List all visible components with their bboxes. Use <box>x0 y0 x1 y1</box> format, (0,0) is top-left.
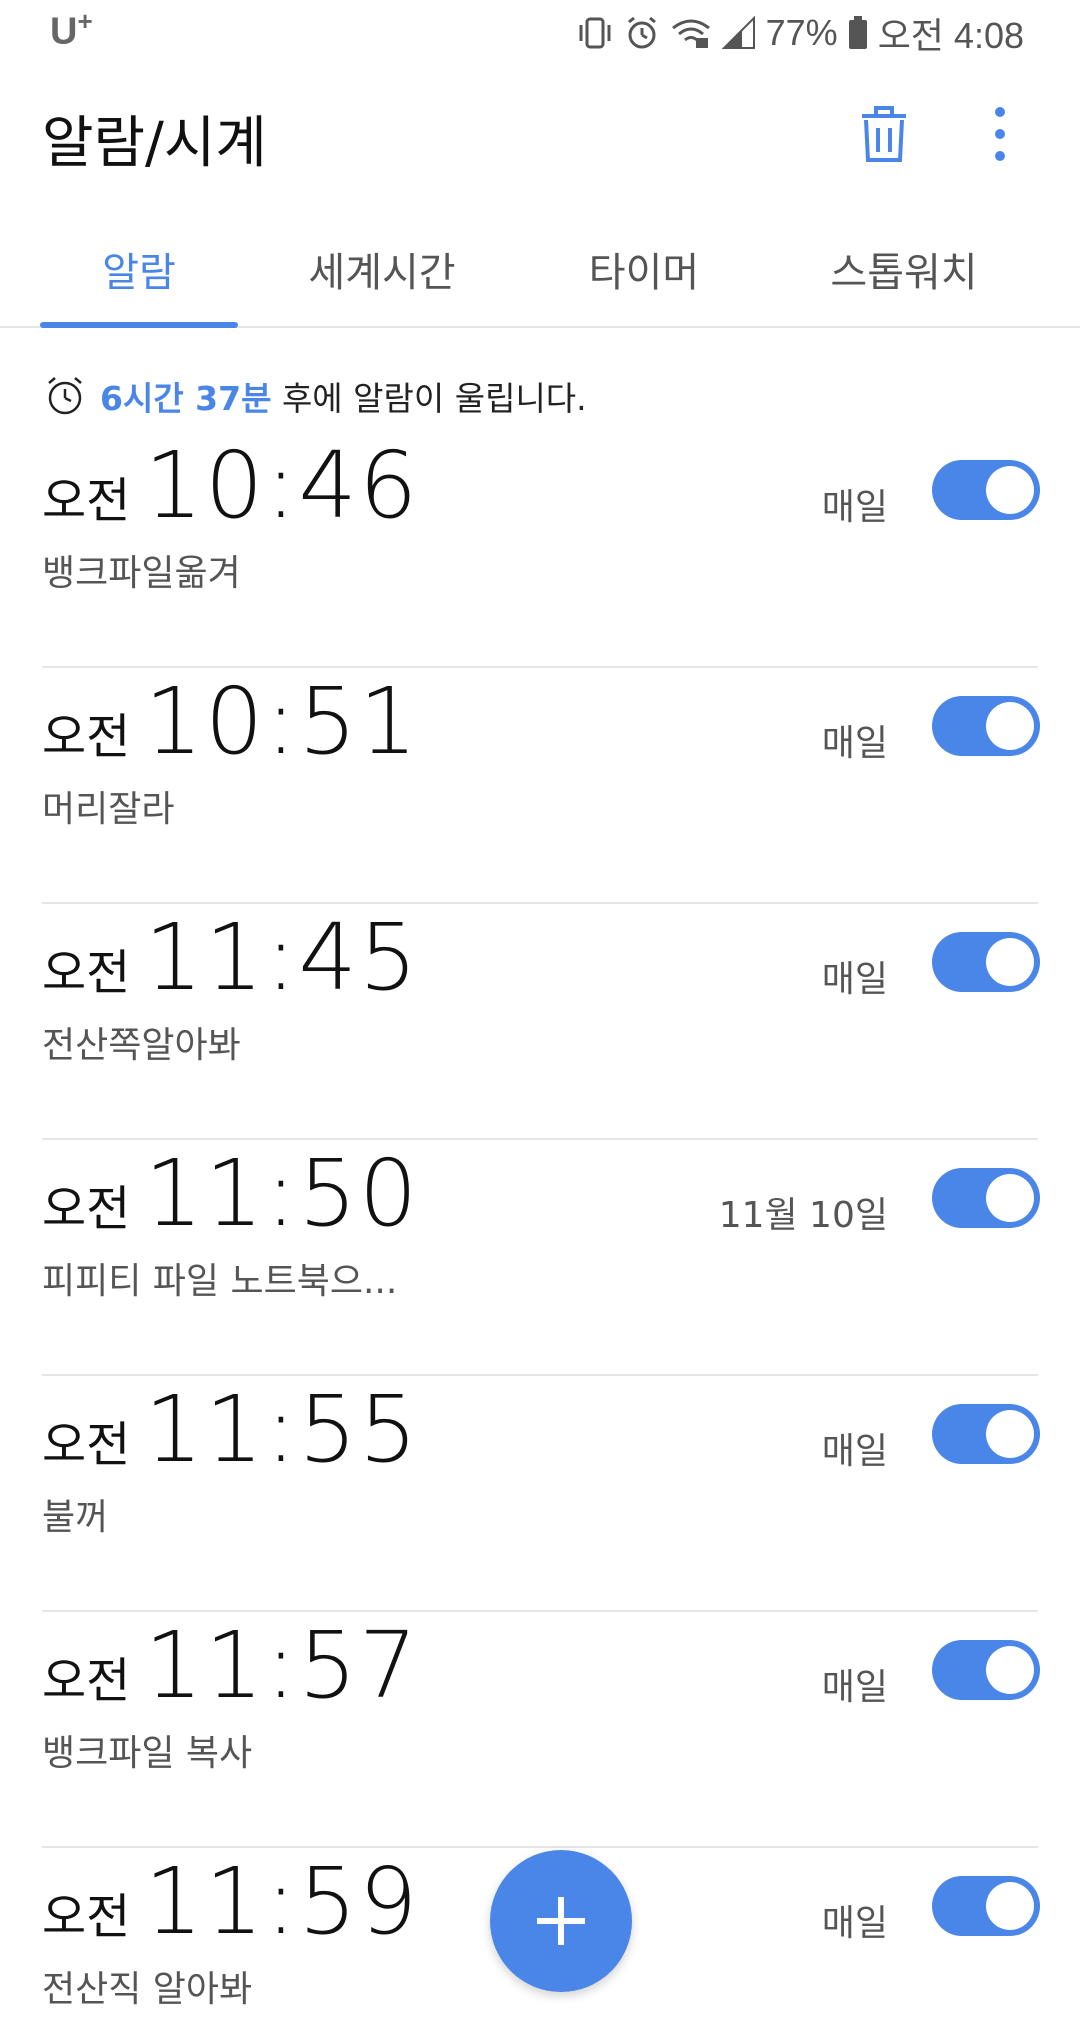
toggle-knob <box>986 1882 1034 1930</box>
alarm-repeat: 매일 <box>821 1431 888 1472</box>
alarm-repeat: 매일 <box>821 1667 888 1708</box>
alarm-clock-time: 11:45 <box>144 904 420 1011</box>
alarm-label: 머리잘라 <box>42 789 175 830</box>
alarm-toggle[interactable] <box>932 1876 1040 1936</box>
plus-icon <box>537 1897 585 1945</box>
alarm-time: 오전 10:51 <box>42 668 419 775</box>
active-tab-indicator <box>40 322 238 328</box>
alarm-ampm: 오전 <box>42 473 131 529</box>
status-bar: U+ 77% 오전 4:08 <box>0 0 1080 66</box>
toggle-knob <box>986 1410 1034 1458</box>
alarm-ampm: 오전 <box>42 1653 131 1709</box>
signal-icon <box>721 16 756 50</box>
alarm-item[interactable]: 오전 11:50 피피티 파일 노트북으... 11월 10일 <box>0 1140 1080 1376</box>
alarm-item[interactable]: 오전 10:46 뱅크파일옮겨 매일 <box>0 432 1080 668</box>
next-alarm-text: 후에 알람이 울립니다. <box>271 379 587 418</box>
toggle-knob <box>986 1174 1034 1222</box>
app-header: 알람/시계 <box>0 80 1080 190</box>
alarm-time: 오전 11:57 <box>42 1612 419 1719</box>
delete-button[interactable] <box>852 102 916 166</box>
alarm-ampm: 오전 <box>42 945 131 1001</box>
alarm-item[interactable]: 오전 11:57 뱅크파일 복사 매일 <box>0 1612 1080 1848</box>
alarm-status-icon <box>624 15 660 51</box>
alarm-label: 전산직 알아봐 <box>42 1969 253 2010</box>
vibrate-icon <box>576 16 614 50</box>
alarm-ampm: 오전 <box>42 1181 131 1237</box>
carrier-name: U <box>50 10 78 53</box>
alarm-clock-time: 11:55 <box>144 1376 420 1483</box>
alarm-label: 전산쪽알아봐 <box>42 1025 241 1066</box>
alarm-toggle[interactable] <box>932 1640 1040 1700</box>
toggle-knob <box>986 466 1034 514</box>
alarm-clock-time: 11:50 <box>144 1140 420 1247</box>
alarm-label: 뱅크파일 복사 <box>42 1733 253 1774</box>
carrier-sup: + <box>77 6 93 36</box>
status-time: 오전 4:08 <box>877 15 1024 56</box>
alarm-toggle[interactable] <box>932 932 1040 992</box>
alarm-toggle[interactable] <box>932 1168 1040 1228</box>
alarm-repeat: 매일 <box>821 1903 888 1944</box>
battery-icon <box>848 16 868 50</box>
alarm-repeat: 매일 <box>821 959 888 1000</box>
alarm-clock-time: 10:46 <box>144 432 420 539</box>
alarm-item[interactable]: 오전 11:55 불꺼 매일 <box>0 1376 1080 1612</box>
more-vert-icon <box>995 107 1005 161</box>
status-icons: 77% 오전 4:08 <box>576 10 1024 56</box>
toggle-knob <box>986 1646 1034 1694</box>
toggle-knob <box>986 702 1034 750</box>
alarm-repeat: 매일 <box>821 487 888 528</box>
alarm-label: 피피티 파일 노트북으... <box>42 1261 398 1302</box>
alarm-item[interactable]: 오전 11:45 전산쪽알아봐 매일 <box>0 904 1080 1140</box>
alarm-time: 오전 10:46 <box>42 432 419 539</box>
trash-icon <box>862 106 906 162</box>
alarm-item[interactable]: 오전 10:51 머리잘라 매일 <box>0 668 1080 904</box>
alarm-clock-time: 11:57 <box>144 1612 420 1719</box>
alarm-time: 오전 11:45 <box>42 904 419 1011</box>
tab-timer[interactable]: 타이머 <box>524 240 764 298</box>
alarm-toggle[interactable] <box>932 460 1040 520</box>
add-alarm-button[interactable] <box>490 1850 632 1992</box>
tab-stopwatch[interactable]: 스톱워치 <box>784 240 1024 298</box>
alarm-toggle[interactable] <box>932 696 1040 756</box>
alarm-clock-time: 11:59 <box>144 1848 420 1955</box>
tab-world-clock[interactable]: 세계시간 <box>262 240 502 298</box>
alarm-repeat: 매일 <box>821 723 888 764</box>
toggle-knob <box>986 938 1034 986</box>
alarm-ampm: 오전 <box>42 709 131 765</box>
alarm-repeat: 11월 10일 <box>718 1195 888 1236</box>
alarm-ampm: 오전 <box>42 1417 131 1473</box>
alarm-time: 오전 11:55 <box>42 1376 419 1483</box>
wifi-icon <box>670 16 712 50</box>
alarm-label: 뱅크파일옮겨 <box>42 553 241 594</box>
next-alarm-notice: 6시간 37분 후에 알람이 울립니다. <box>44 372 587 420</box>
battery-percent: 77% <box>765 12 838 53</box>
page-title: 알람/시계 <box>42 111 267 176</box>
next-alarm-remaining: 6시간 37분 <box>100 379 272 418</box>
tab-alarm[interactable]: 알람 <box>19 240 259 298</box>
more-options-button[interactable] <box>972 102 1028 166</box>
alarm-toggle[interactable] <box>932 1404 1040 1464</box>
carrier-logo: U+ <box>50 6 93 54</box>
alarm-clock-time: 10:51 <box>144 668 420 775</box>
tab-bar: 알람 세계시간 타이머 스톱워치 <box>0 222 1080 328</box>
alarm-ampm: 오전 <box>42 1889 131 1945</box>
alarm-clock-icon <box>48 377 82 415</box>
alarm-time: 오전 11:59 <box>42 1848 419 1955</box>
alarm-label: 불꺼 <box>42 1497 109 1538</box>
alarm-time: 오전 11:50 <box>42 1140 419 1247</box>
